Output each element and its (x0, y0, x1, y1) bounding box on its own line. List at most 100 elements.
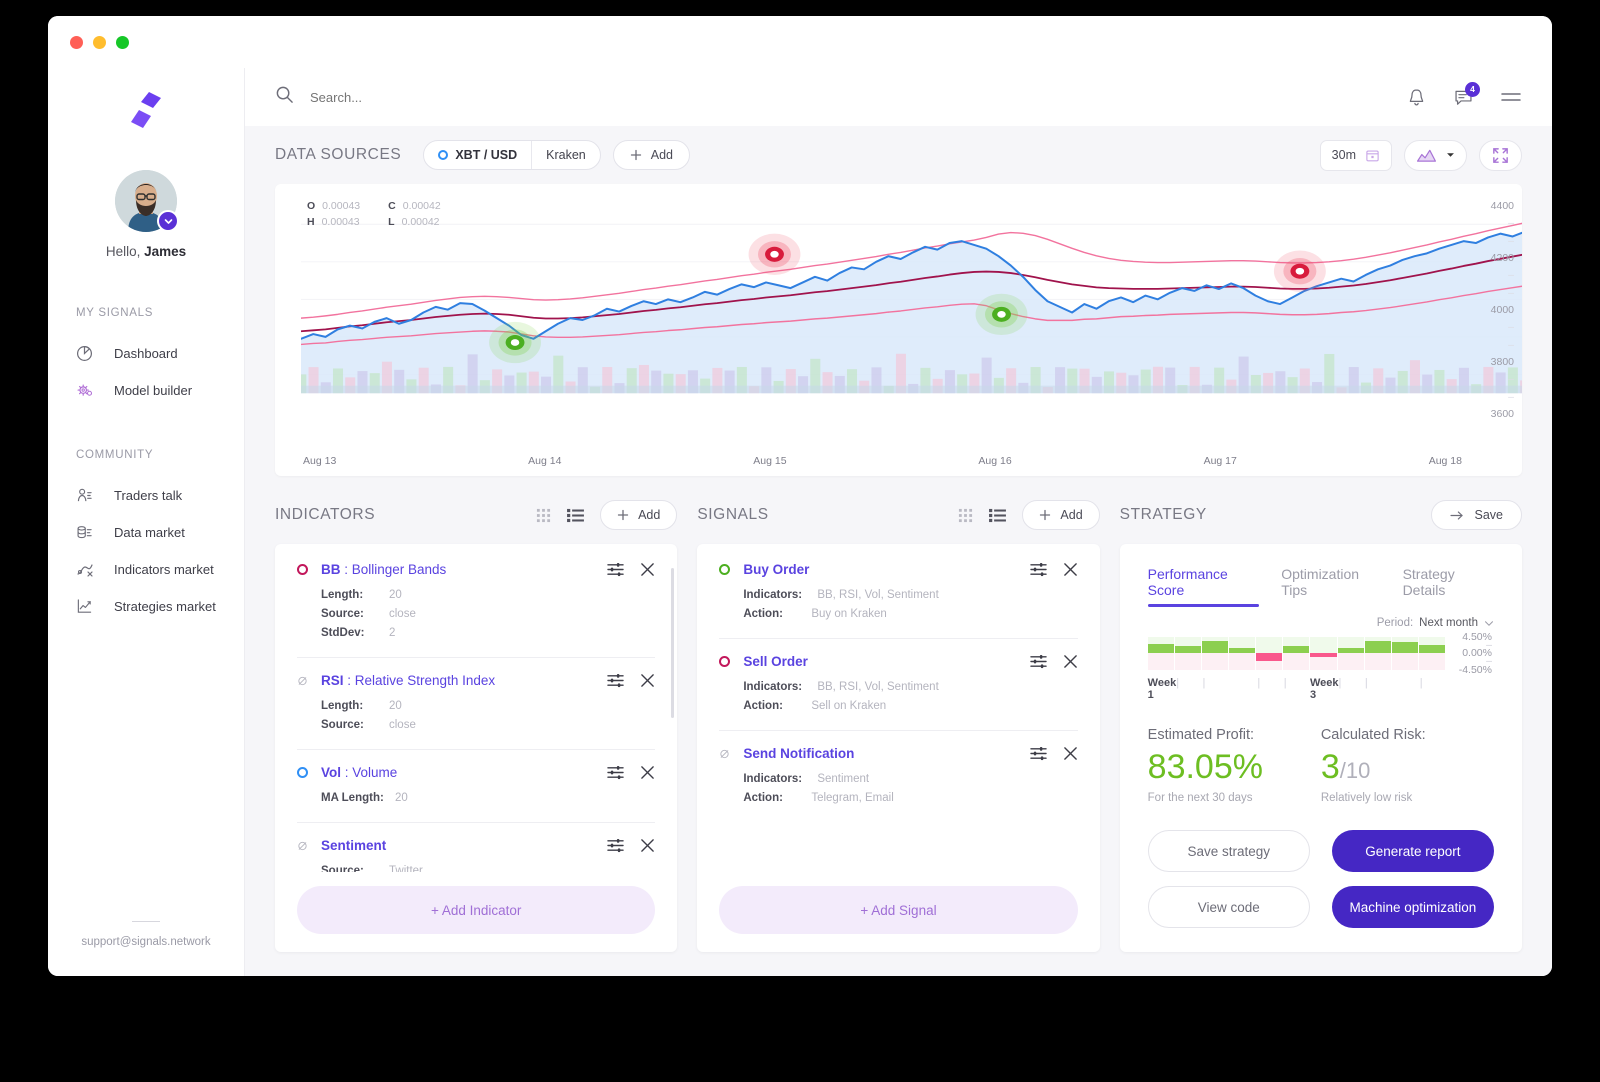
indicators-add-button[interactable]: Add (600, 500, 678, 530)
signals-column: SIGNALS Add Buy Order Indicators: BB, RS… (697, 498, 1100, 952)
signals-add-button[interactable]: Add (1022, 500, 1100, 530)
enabled-status-icon[interactable] (297, 564, 308, 575)
settings-sliders-icon[interactable] (1029, 562, 1047, 577)
enabled-status-icon[interactable] (297, 767, 308, 778)
greeting-prefix: Hello, (105, 244, 145, 259)
close-icon[interactable] (1063, 746, 1078, 761)
bell-icon[interactable] (1406, 87, 1427, 108)
fullscreen-button[interactable] (1479, 139, 1522, 171)
sidebar-item-data-market[interactable]: Data market (76, 514, 244, 551)
enabled-status-icon[interactable] (719, 564, 731, 575)
tab-performance-score[interactable]: Performance Score (1147, 566, 1260, 607)
close-icon[interactable] (640, 562, 655, 577)
close-icon[interactable] (640, 673, 655, 688)
price-chart-card[interactable]: O 0.00043 H 0.00043 C 0.00042 L 0.00042 4400… (275, 184, 1522, 476)
close-icon[interactable] (1063, 562, 1078, 577)
sidebar-item-indicators-market[interactable]: Indicators market (76, 551, 244, 588)
sidebar-item-traders-talk[interactable]: Traders talk (76, 477, 244, 514)
item-name[interactable]: RSI : Relative Strength Index (321, 673, 607, 688)
disabled-status-icon[interactable] (719, 747, 730, 761)
signal-item[interactable]: Buy Order Indicators: BB, RSI, Vol, Senti… (719, 562, 1077, 638)
performance-y-tick: -4.50% (1458, 663, 1492, 676)
gears-icon (76, 382, 102, 400)
stat-value: 83.05% (1148, 748, 1321, 786)
item-name[interactable]: Buy Order (743, 562, 1029, 577)
disabled-circle-icon[interactable] (297, 674, 308, 688)
chart-type-selector[interactable] (1404, 139, 1467, 171)
field-key: Action: (743, 700, 783, 712)
field-value: close (389, 608, 416, 620)
add-signal-button[interactable]: + Add Signal (719, 886, 1078, 934)
performance-chart[interactable]: 4.50% –0.00% – -4.50% (1147, 631, 1494, 676)
window-close-button[interactable] (70, 35, 83, 49)
positive-zone (1337, 637, 1364, 654)
support-email[interactable]: support@signals.network (48, 936, 244, 948)
interval-selector[interactable]: 30m (1319, 139, 1392, 171)
settings-sliders-icon[interactable] (607, 838, 625, 853)
sidebar-item-dashboard[interactable]: Dashboard (76, 335, 244, 372)
message-icon[interactable]: 4 (1453, 81, 1480, 108)
settings-sliders-icon[interactable] (607, 562, 625, 577)
add-indicator-button[interactable]: + Add Indicator (297, 886, 656, 934)
field-key: Length: (321, 589, 364, 601)
tab-strategy-details[interactable]: Strategy Details (1403, 566, 1494, 607)
save-strategy-button[interactable]: Save strategy (1147, 830, 1310, 872)
disabled-status-icon[interactable] (297, 839, 308, 853)
enabled-status-icon[interactable] (719, 656, 731, 667)
search-bar[interactable] (275, 85, 1406, 109)
generate-report-button[interactable]: Generate report (1331, 830, 1494, 872)
item-name[interactable]: Vol : Volume (321, 765, 607, 780)
item-name[interactable]: BB : Bollinger Bands (321, 562, 607, 577)
period-selector[interactable]: Period: Next month (1148, 617, 1494, 629)
data-source-exchange[interactable]: Kraken (531, 141, 600, 169)
user-avatar-wrapper[interactable] (115, 170, 179, 232)
avatar-chevron-down-icon[interactable] (157, 210, 179, 232)
item-name[interactable]: Send Notification (743, 746, 1029, 761)
settings-sliders-icon[interactable] (607, 673, 625, 688)
search-input[interactable] (310, 89, 610, 105)
item-field-row: Indicators: BB, RSI, Vol, Sentiment (743, 586, 1077, 605)
close-icon[interactable] (640, 838, 655, 853)
signal-item[interactable]: Sell Order Indicators: BB, RSI, Vol, Sent… (719, 638, 1078, 730)
item-name[interactable]: Sentiment (321, 838, 607, 853)
settings-sliders-icon[interactable] (1029, 654, 1047, 669)
signals-logo-icon[interactable] (129, 90, 163, 130)
machine-optimization-button[interactable]: Machine optimization (1331, 886, 1494, 928)
performance-bar (1283, 645, 1310, 654)
disabled-circle-icon[interactable] (297, 839, 308, 853)
close-icon[interactable] (640, 765, 655, 780)
sidebar-item-model-builder[interactable]: Model builder (76, 372, 244, 409)
performance-bar-column (1256, 637, 1284, 670)
item-field-row: Source: close (321, 605, 655, 624)
indicator-item[interactable]: Vol : Volume MA Length: 20 (297, 749, 656, 822)
indicators-header: INDICATORS Add (275, 498, 678, 532)
tab-optimization-tips[interactable]: Optimization Tips (1281, 566, 1380, 607)
list-view-icon[interactable] (567, 508, 585, 523)
indicator-item[interactable]: BB : Bollinger Bands Length: 20 Source: clo… (297, 562, 655, 657)
save-strategy-header-button[interactable]: Save (1431, 500, 1522, 530)
window-minimize-button[interactable] (93, 35, 106, 49)
indicators-scrollbar[interactable] (671, 568, 675, 718)
settings-sliders-icon[interactable] (607, 765, 625, 780)
data-source-pair[interactable]: XBT / USD (424, 141, 531, 169)
item-actions (607, 673, 655, 688)
add-data-source-button[interactable]: Add (612, 140, 691, 170)
settings-sliders-icon[interactable] (1029, 746, 1047, 761)
close-icon[interactable] (1063, 654, 1078, 669)
grid-view-icon[interactable] (536, 508, 551, 523)
list-view-icon[interactable] (989, 508, 1007, 523)
indicator-item[interactable]: Sentiment Source: Twitter (297, 822, 656, 872)
item-name[interactable]: Sell Order (743, 654, 1029, 669)
window-maximize-button[interactable] (116, 35, 129, 49)
disabled-circle-icon[interactable] (719, 747, 730, 761)
disabled-status-icon[interactable] (297, 674, 308, 688)
arrow-right-icon (1450, 510, 1464, 520)
sidebar-item-strategies-market[interactable]: Strategies market (76, 588, 244, 625)
item-field-row: Length: 20 (321, 697, 655, 716)
hamburger-icon[interactable] (1500, 89, 1522, 105)
signal-item[interactable]: Send Notification Indicators: Sentiment Ac… (719, 730, 1078, 822)
indicator-item[interactable]: RSI : Relative Strength Index Length: 20 S… (297, 657, 656, 749)
performance-x-tick: Week 3 (1310, 676, 1339, 701)
grid-view-icon[interactable] (958, 508, 973, 523)
view-code-button[interactable]: View code (1147, 886, 1310, 928)
